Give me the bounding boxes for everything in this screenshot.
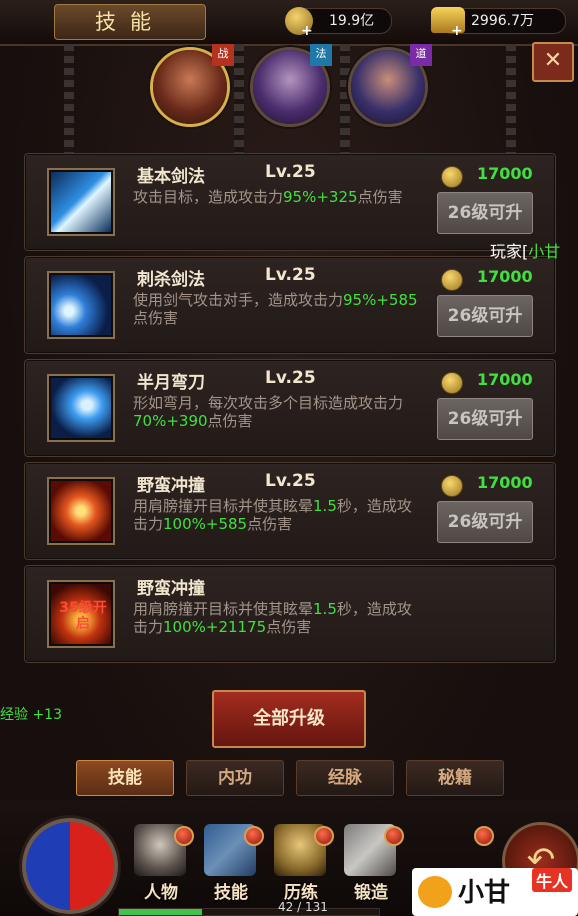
upgrade-button-disabled[interactable]: 26级可升 [437,501,533,543]
unlock-level-label: 35级开启 [59,600,107,632]
notification-dot [314,826,334,846]
skill-level: Lv.25 [265,368,316,388]
crescent-blade-icon[interactable] [47,374,115,442]
skill-card-locked: 35级开启 野蛮冲撞 用肩膀撞开目标并使其眩晕1.5秒，造成攻击力100%+21… [24,565,556,663]
class-badge-warrior: 战 [212,44,234,66]
top-bar: 技能 + 19.9亿 + 2996.7万 [0,0,578,46]
nav-label: 技能 [214,883,248,903]
nav-label: 锻造 [354,883,388,903]
skill-description: 用肩膀撞开目标并使其眩晕1.5秒，造成攻击力100%+585点伤害 [133,497,412,533]
floating-player-text: 玩家[小甘 [490,242,561,261]
upgrade-button-disabled[interactable]: 26级可升 [437,398,533,440]
cost-coin-icon [441,166,463,188]
thrust-icon[interactable] [47,271,115,339]
add-gold-icon[interactable]: + [451,19,463,43]
cost-coin-icon [441,475,463,497]
chain-decoration [340,44,350,154]
silver-balance: + 19.9亿 [285,7,392,39]
skill-name: 半月弯刀 [137,373,205,393]
upgrade-cost: 17000 [477,473,533,492]
tab-skills[interactable]: 技能 [76,760,174,796]
skill-card: 基本剑法 Lv.25 攻击目标，造成攻击力95%+325点伤害 17000 26… [24,153,556,251]
site-watermark: 小甘 牛人 [412,868,578,916]
chain-decoration [506,44,516,154]
nav-label: 人物 [144,883,178,903]
class-badge-mage: 法 [310,44,332,66]
sword-slash-icon[interactable] [47,168,115,236]
skill-name: 野蛮冲撞 [137,476,205,496]
close-button[interactable]: ✕ [532,42,574,82]
page-counter: 42 / 131 [278,900,328,914]
skill-card: 刺杀剑法 Lv.25 使用剑气攻击对手，造成攻击力95%+585点伤害 1700… [24,256,556,354]
skill-description: 用肩膀撞开目标并使其眩晕1.5秒，造成攻击力100%+21175点伤害 [133,600,412,636]
upgrade-button-disabled[interactable]: 26级可升 [437,192,533,234]
cost-coin-icon [441,269,463,291]
tab-secret-books[interactable]: 秘籍 [406,760,504,796]
tab-meridians[interactable]: 经脉 [296,760,394,796]
upgrade-cost: 17000 [477,267,533,286]
skill-level: Lv.25 [265,265,316,285]
upgrade-cost: 17000 [477,164,533,183]
skill-tabs: 技能 内功 经脉 秘籍 [70,760,510,796]
class-badge-taoist: 道 [410,44,432,66]
skill-description: 使用剑气攻击对手，造成攻击力95%+585点伤害 [133,291,418,327]
chain-decoration [234,44,244,154]
skill-card: 半月弯刀 Lv.25 形如弯月，每次攻击多个目标造成攻击力70%+390点伤害 … [24,359,556,457]
notification-dot [174,826,194,846]
yin-yang-orb-icon[interactable] [22,818,118,914]
cost-coin-icon [441,372,463,394]
chain-decoration [64,44,74,154]
skill-level: Lv.25 [265,162,316,182]
page-title: 技能 [54,4,206,40]
tab-inner-power[interactable]: 内功 [186,760,284,796]
gold-value: 2996.7万 [471,13,534,29]
notification-dot [384,826,404,846]
floating-exp-text: 经验 +13 [0,707,62,723]
locked-skill-icon[interactable]: 35级开启 [47,580,115,648]
silver-value: 19.9亿 [329,13,375,29]
mascot-logo-icon [418,876,452,908]
notification-dot [474,826,494,846]
skill-card: 野蛮冲撞 Lv.25 用肩膀撞开目标并使其眩晕1.5秒，造成攻击力100%+58… [24,462,556,560]
upgrade-button-disabled[interactable]: 26级可升 [437,295,533,337]
skill-name: 基本剑法 [137,167,205,187]
upgrade-all-button[interactable]: 全部升级 [212,690,366,748]
skill-description: 攻击目标，造成攻击力95%+325点伤害 [133,188,403,206]
notification-dot [244,826,264,846]
skill-name: 野蛮冲撞 [137,579,205,599]
skill-description: 形如弯月，每次攻击多个目标造成攻击力70%+390点伤害 [133,394,404,430]
charge-icon[interactable] [47,477,115,545]
experience-bar [118,908,380,916]
upgrade-cost: 17000 [477,370,533,389]
gold-balance: + 2996.7万 [431,7,566,39]
skill-level: Lv.25 [265,471,316,491]
skill-name: 刺杀剑法 [137,270,205,290]
add-silver-icon[interactable]: + [301,19,313,43]
